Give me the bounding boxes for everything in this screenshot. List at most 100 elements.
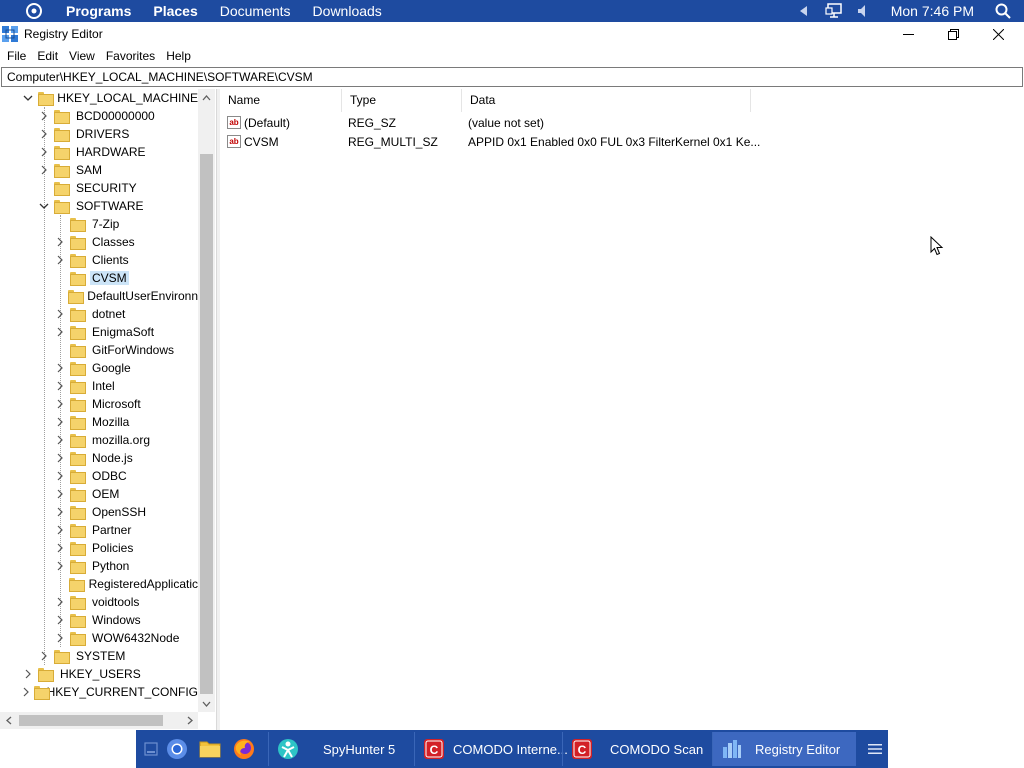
menu-places[interactable]: Places: [153, 3, 197, 19]
tree-item-drivers[interactable]: DRIVERS: [0, 125, 200, 143]
activities-icon[interactable]: [24, 1, 44, 21]
chevron-right-icon[interactable]: [39, 165, 49, 175]
tree-item-wow6432node[interactable]: WOW6432Node: [0, 629, 200, 647]
task-registry-editor[interactable]: Registry Editor: [712, 732, 856, 766]
chevron-right-icon[interactable]: [55, 633, 65, 643]
tree-vertical-scrollbar[interactable]: [198, 89, 215, 712]
task-spyhunter[interactable]: SpyHunter 5: [268, 732, 414, 766]
tree-item-oem[interactable]: OEM: [0, 485, 200, 503]
chevron-right-icon[interactable]: [55, 561, 65, 571]
value-row[interactable]: ab CVSM REG_MULTI_SZ APPID 0x1 Enabled 0…: [220, 132, 1024, 151]
chevron-right-icon[interactable]: [55, 453, 65, 463]
chevron-right-icon[interactable]: [55, 381, 65, 391]
show-desktop-icon[interactable]: [138, 736, 164, 762]
chevron-right-icon[interactable]: [55, 327, 65, 337]
tree-item-registeredapplications[interactable]: RegisteredApplicatic: [0, 575, 200, 593]
close-button[interactable]: [976, 22, 1021, 46]
tree-item-microsoft[interactable]: Microsoft: [0, 395, 200, 413]
task-comodo-internet[interactable]: C COMODO Interne...: [414, 732, 568, 766]
tree-item-openssh[interactable]: OpenSSH: [0, 503, 200, 521]
tree-item-voidtools[interactable]: voidtools: [0, 593, 200, 611]
column-header-type[interactable]: Type: [342, 89, 462, 112]
scroll-right-icon[interactable]: [181, 712, 198, 729]
tree-item-policies[interactable]: Policies: [0, 539, 200, 557]
tree-item-defaultuserenvironment[interactable]: DefaultUserEnvironn: [0, 287, 200, 305]
minimize-button[interactable]: [886, 22, 931, 46]
menu-downloads[interactable]: Downloads: [313, 3, 382, 19]
tree-item-clients[interactable]: Clients: [0, 251, 200, 269]
chevron-right-icon[interactable]: [23, 669, 33, 679]
menu-edit[interactable]: Edit: [37, 49, 58, 63]
tree-horizontal-scroll-thumb[interactable]: [19, 715, 163, 726]
menu-favorites[interactable]: Favorites: [106, 49, 155, 63]
chevron-right-icon[interactable]: [55, 237, 65, 247]
tree-item-odbc[interactable]: ODBC: [0, 467, 200, 485]
tree-item-mozilla-org[interactable]: mozilla.org: [0, 431, 200, 449]
tree-item-bcd[interactable]: BCD00000000: [0, 107, 200, 125]
chevron-right-icon[interactable]: [23, 687, 29, 697]
firefox-icon[interactable]: [231, 736, 257, 762]
menu-file[interactable]: File: [7, 49, 26, 63]
tree-item-classes[interactable]: Classes: [0, 233, 200, 251]
menu-documents[interactable]: Documents: [220, 3, 291, 19]
hamburger-menu-icon[interactable]: [862, 736, 888, 762]
tree-item-sam[interactable]: SAM: [0, 161, 200, 179]
menu-help[interactable]: Help: [166, 49, 191, 63]
chevron-down-icon[interactable]: [39, 201, 49, 211]
tree-item-system[interactable]: SYSTEM: [0, 647, 200, 665]
chevron-right-icon[interactable]: [55, 255, 65, 265]
tree-item-python[interactable]: Python: [0, 557, 200, 575]
tree-item-dotnet[interactable]: dotnet: [0, 305, 200, 323]
chevron-right-icon[interactable]: [55, 363, 65, 373]
tree-vertical-scroll-thumb[interactable]: [200, 154, 213, 694]
chevron-right-icon[interactable]: [39, 129, 49, 139]
chevron-right-icon[interactable]: [39, 651, 49, 661]
volume-icon[interactable]: [849, 4, 879, 18]
chevron-right-icon[interactable]: [55, 309, 65, 319]
tree-item-software[interactable]: SOFTWARE: [0, 197, 200, 215]
tree-item-nodejs[interactable]: Node.js: [0, 449, 200, 467]
tree-item-cvsm[interactable]: CVSM: [0, 269, 200, 287]
tree-item-enigmasoft[interactable]: EnigmaSoft: [0, 323, 200, 341]
address-bar[interactable]: Computer\HKEY_LOCAL_MACHINE\SOFTWARE\CVS…: [1, 67, 1023, 87]
scroll-down-icon[interactable]: [198, 695, 215, 712]
tree-item-hardware[interactable]: HARDWARE: [0, 143, 200, 161]
menu-programs[interactable]: Programs: [66, 3, 131, 19]
tree-item-hkey-current-config[interactable]: HKEY_CURRENT_CONFIG: [0, 683, 200, 701]
chevron-right-icon[interactable]: [55, 543, 65, 553]
scroll-left-icon[interactable]: [0, 712, 17, 729]
menu-view[interactable]: View: [69, 49, 95, 63]
task-comodo-scan[interactable]: C COMODO Scan: [562, 732, 712, 766]
tree-item-7zip[interactable]: 7-Zip: [0, 215, 200, 233]
tree-horizontal-scrollbar[interactable]: [0, 712, 198, 729]
column-header-name[interactable]: Name: [220, 89, 342, 112]
tree-item-security[interactable]: SECURITY: [0, 179, 200, 197]
restore-button[interactable]: [931, 22, 976, 46]
chevron-right-icon[interactable]: [55, 417, 65, 427]
tree-item-hkey-local-machine[interactable]: HKEY_LOCAL_MACHINE: [0, 89, 200, 107]
value-row[interactable]: ab (Default) REG_SZ (value not set): [220, 113, 1024, 132]
clock[interactable]: Mon 7:46 PM: [891, 3, 974, 19]
tree-item-gitforwindows[interactable]: GitForWindows: [0, 341, 200, 359]
chevron-right-icon[interactable]: [55, 525, 65, 535]
tree-item-google[interactable]: Google: [0, 359, 200, 377]
chevron-right-icon[interactable]: [55, 471, 65, 481]
chromium-icon[interactable]: [164, 736, 190, 762]
tree-item-partner[interactable]: Partner: [0, 521, 200, 539]
tray-arrow-icon[interactable]: [789, 6, 819, 16]
chevron-right-icon[interactable]: [55, 615, 65, 625]
chevron-right-icon[interactable]: [55, 489, 65, 499]
column-header-data[interactable]: Data: [462, 89, 751, 112]
chevron-right-icon[interactable]: [55, 435, 65, 445]
tree-item-windows[interactable]: Windows: [0, 611, 200, 629]
file-manager-icon[interactable]: [197, 736, 223, 762]
chevron-right-icon[interactable]: [55, 507, 65, 517]
tree-item-hkey-users[interactable]: HKEY_USERS: [0, 665, 200, 683]
scroll-up-icon[interactable]: [198, 89, 215, 106]
tree-item-mozilla[interactable]: Mozilla: [0, 413, 200, 431]
search-icon[interactable]: [988, 3, 1018, 19]
chevron-right-icon[interactable]: [55, 597, 65, 607]
chevron-right-icon[interactable]: [55, 399, 65, 409]
chevron-right-icon[interactable]: [39, 111, 49, 121]
network-icon[interactable]: [819, 3, 849, 19]
